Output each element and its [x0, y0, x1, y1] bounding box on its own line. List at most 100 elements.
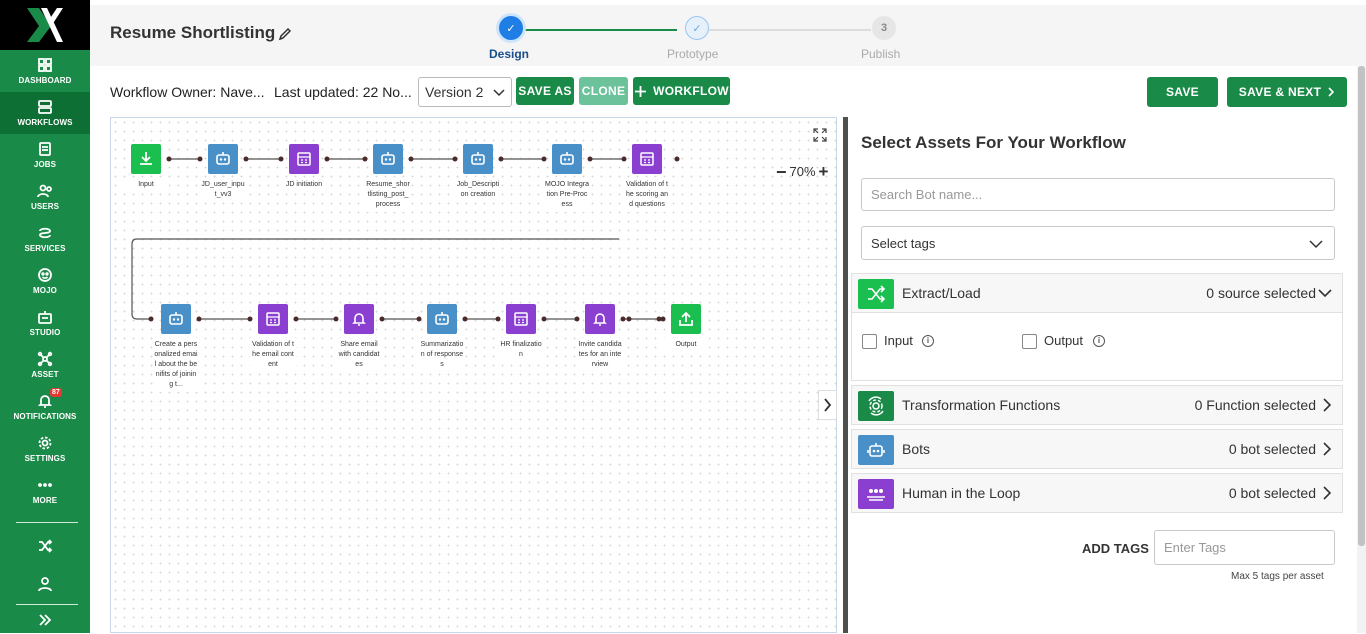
- enter-tags-input[interactable]: Enter Tags: [1154, 530, 1335, 565]
- edit-pencil-icon[interactable]: [278, 27, 292, 41]
- add-workflow-button[interactable]: WORKFLOW: [633, 77, 730, 105]
- sidebar-item-services[interactable]: SERVICES: [0, 218, 90, 260]
- connector-dot[interactable]: [293, 316, 299, 322]
- page-scrollbar[interactable]: [1357, 66, 1366, 633]
- connector-dot[interactable]: [626, 316, 632, 322]
- connector-dot[interactable]: [243, 156, 249, 162]
- output-checkbox[interactable]: [1022, 334, 1037, 349]
- connector-dot[interactable]: [247, 316, 253, 322]
- app-logo[interactable]: [0, 0, 90, 50]
- logo-icon: [27, 8, 63, 42]
- save-and-next-button[interactable]: SAVE & NEXT: [1227, 77, 1347, 107]
- workflow-node[interactable]: [344, 304, 374, 334]
- connector-dot[interactable]: [541, 156, 547, 162]
- workflow-node[interactable]: [671, 304, 701, 334]
- section-extract-load[interactable]: Extract/Load 0 source selected: [851, 273, 1343, 313]
- step-publish-circle[interactable]: 3: [872, 16, 896, 40]
- clone-button[interactable]: CLONE: [579, 77, 628, 105]
- workflow-node[interactable]: [131, 144, 161, 174]
- info-icon[interactable]: i: [922, 335, 934, 347]
- step-prototype-label[interactable]: Prototype: [667, 47, 718, 61]
- panel-toggle-button[interactable]: [818, 390, 837, 420]
- shuffle-icon: [39, 539, 53, 553]
- services-icon: [39, 227, 51, 239]
- workflow-node[interactable]: [463, 144, 493, 174]
- workflow-node[interactable]: [632, 144, 662, 174]
- save-as-button[interactable]: SAVE AS: [516, 77, 574, 105]
- zoom-in-button[interactable]: +: [819, 163, 829, 180]
- step-design-circle[interactable]: ✓: [499, 16, 523, 40]
- notification-badge: 87: [50, 388, 62, 397]
- workflow-node[interactable]: [585, 304, 615, 334]
- connector-dot[interactable]: [452, 156, 458, 162]
- connector-dot[interactable]: [621, 156, 627, 162]
- section-transformation-functions[interactable]: Transformation Functions 0 Function sele…: [851, 385, 1343, 425]
- connector-dot[interactable]: [278, 156, 284, 162]
- asset-selection-panel: Select Assets For Your Workflow Search B…: [843, 117, 1343, 633]
- workflow-node[interactable]: [506, 304, 536, 334]
- sidebar-item-notifications[interactable]: 87 NOTIFICATIONS: [0, 386, 90, 428]
- workflow-node-label: Create a personalized email about the be…: [153, 338, 199, 392]
- step-prototype-circle[interactable]: ✓: [685, 16, 709, 40]
- section-bots[interactable]: Bots 0 bot selected: [851, 429, 1343, 469]
- sidebar-item-studio[interactable]: STUDIO: [0, 302, 90, 344]
- select-tags-dropdown[interactable]: Select tags: [861, 226, 1335, 260]
- plus-icon: [635, 85, 647, 97]
- sidebar-item-mojo[interactable]: MOJO: [0, 260, 90, 302]
- connector-dot[interactable]: [148, 316, 154, 322]
- connector-dot[interactable]: [379, 316, 385, 322]
- workflow-node[interactable]: [373, 144, 403, 174]
- step-publish-label[interactable]: Publish: [861, 47, 900, 61]
- workflow-node[interactable]: [208, 144, 238, 174]
- sidebar-item-label: SERVICES: [24, 244, 66, 253]
- sidebar-item-jobs[interactable]: JOBS: [0, 134, 90, 176]
- connector-dot[interactable]: [574, 316, 580, 322]
- connector-dot[interactable]: [674, 156, 680, 162]
- input-checkbox[interactable]: [862, 334, 877, 349]
- sidebar-divider: [16, 604, 78, 605]
- connector-dot[interactable]: [495, 316, 501, 322]
- save-button[interactable]: SAVE: [1147, 77, 1218, 107]
- shuffle-nav-button[interactable]: [0, 527, 90, 565]
- form-icon: [266, 312, 280, 326]
- profile-nav-button[interactable]: [0, 565, 90, 603]
- step-design-label[interactable]: Design: [489, 47, 529, 61]
- scrollbar-thumb[interactable]: [1358, 66, 1365, 546]
- connector-dot[interactable]: [196, 316, 202, 322]
- info-icon[interactable]: i: [1093, 335, 1105, 347]
- sidebar-item-workflows[interactable]: WORKFLOWS: [0, 92, 90, 134]
- zoom-out-button[interactable]: −: [776, 163, 787, 181]
- sidebar-item-more[interactable]: MORE: [0, 470, 90, 512]
- connector-dot[interactable]: [324, 156, 330, 162]
- search-bot-input[interactable]: Search Bot name...: [861, 178, 1335, 211]
- sidebar-item-users[interactable]: USERS: [0, 176, 90, 218]
- connector-dot[interactable]: [333, 316, 339, 322]
- workflow-node[interactable]: [427, 304, 457, 334]
- connector-dot[interactable]: [462, 316, 468, 322]
- connector-dot[interactable]: [656, 316, 662, 322]
- sidebar-item-dashboard[interactable]: DASHBOARD: [0, 50, 90, 92]
- bot-icon: [169, 312, 183, 325]
- section-human-in-the-loop[interactable]: Human in the Loop 0 bot selected: [851, 473, 1343, 513]
- sidebar-item-settings[interactable]: SETTINGS: [0, 428, 90, 470]
- connector-dot[interactable]: [541, 316, 547, 322]
- connector-dot[interactable]: [587, 156, 593, 162]
- connector-dot[interactable]: [362, 156, 368, 162]
- connector-dot[interactable]: [620, 316, 626, 322]
- sidebar-item-label: ASSET: [31, 370, 59, 379]
- sidebar-item-asset[interactable]: ASSET: [0, 344, 90, 386]
- connector-dot[interactable]: [416, 316, 422, 322]
- connector-dot[interactable]: [498, 156, 504, 162]
- workflow-node[interactable]: [258, 304, 288, 334]
- expand-sidebar-button[interactable]: [0, 607, 90, 633]
- connector-dot[interactable]: [166, 156, 172, 162]
- version-select[interactable]: Version 2: [418, 77, 512, 107]
- sidebar-item-label: NOTIFICATIONS: [13, 412, 77, 421]
- connector-dot[interactable]: [197, 156, 203, 162]
- workflow-node[interactable]: [289, 144, 319, 174]
- connector-dot[interactable]: [408, 156, 414, 162]
- workflow-node[interactable]: [552, 144, 582, 174]
- workflow-node[interactable]: [161, 304, 191, 334]
- fullscreen-icon[interactable]: [813, 128, 827, 142]
- workflow-canvas[interactable]: Input JD_user_input_vv3 JD initiation Resum…: [110, 117, 837, 633]
